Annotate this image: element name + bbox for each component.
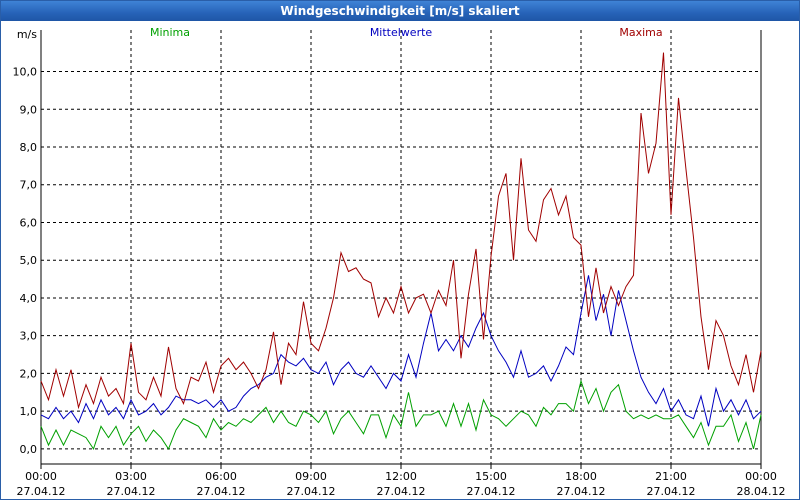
x-tick-date: 27.04.12 [17,485,66,498]
x-tick-date: 28.04.12 [737,485,786,498]
y-tick-label: 0,0 [20,443,38,456]
x-tick-date: 27.04.12 [197,485,246,498]
chart-window: Windgeschwindigkeit [m/s] skaliert 0,0 1,… [0,0,800,500]
y-tick-label: 10,0 [13,66,38,79]
series-layer [40,52,762,451]
x-tick-time: 21:00 [655,470,687,483]
x-tick-date: 27.04.12 [647,485,696,498]
y-tick-label: 8,0 [20,141,38,154]
y-tick-label: 6,0 [20,216,38,229]
x-tick-date: 27.04.12 [287,485,336,498]
x-tick-date: 27.04.12 [557,485,606,498]
legend: Minima Mittelwerte Maxima [150,26,663,39]
x-tick-date: 27.04.12 [377,485,426,498]
x-tick-time: 03:00 [115,470,147,483]
x-tick-time: 00:00 [25,470,57,483]
x-tick-time: 18:00 [565,470,597,483]
y-tick-label: 1,0 [20,405,38,418]
x-tick-date: 27.04.12 [107,485,156,498]
x-tick-time: 09:00 [295,470,327,483]
legend-maxima: Maxima [619,26,662,39]
x-tick-time: 15:00 [475,470,507,483]
wind-speed-chart: 0,0 1,0 2,0 3,0 4,0 5,0 6,0 7,0 8,0 9,0 10,0 m/s 00:… [13,26,786,498]
x-tick-time: 12:00 [385,470,417,483]
legend-mittelwerte: Mittelwerte [370,26,433,39]
x-tick-time: 00:00 [745,470,777,483]
y-tick-label: 3,0 [20,330,38,343]
y-tick-label: 5,0 [20,254,38,267]
legend-minima: Minima [150,26,190,39]
x-tick-date: 27.04.12 [467,485,516,498]
y-axis-label: m/s [17,28,37,41]
y-tick-label: 4,0 [20,292,38,305]
y-tick-label: 9,0 [20,103,38,116]
x-tick-time: 06:00 [205,470,237,483]
y-tick-label: 2,0 [20,367,38,380]
y-tick-label: 7,0 [20,179,38,192]
tick-labels: 0,0 1,0 2,0 3,0 4,0 5,0 6,0 7,0 8,0 9,0 10,0 m/s 00:… [13,28,786,498]
